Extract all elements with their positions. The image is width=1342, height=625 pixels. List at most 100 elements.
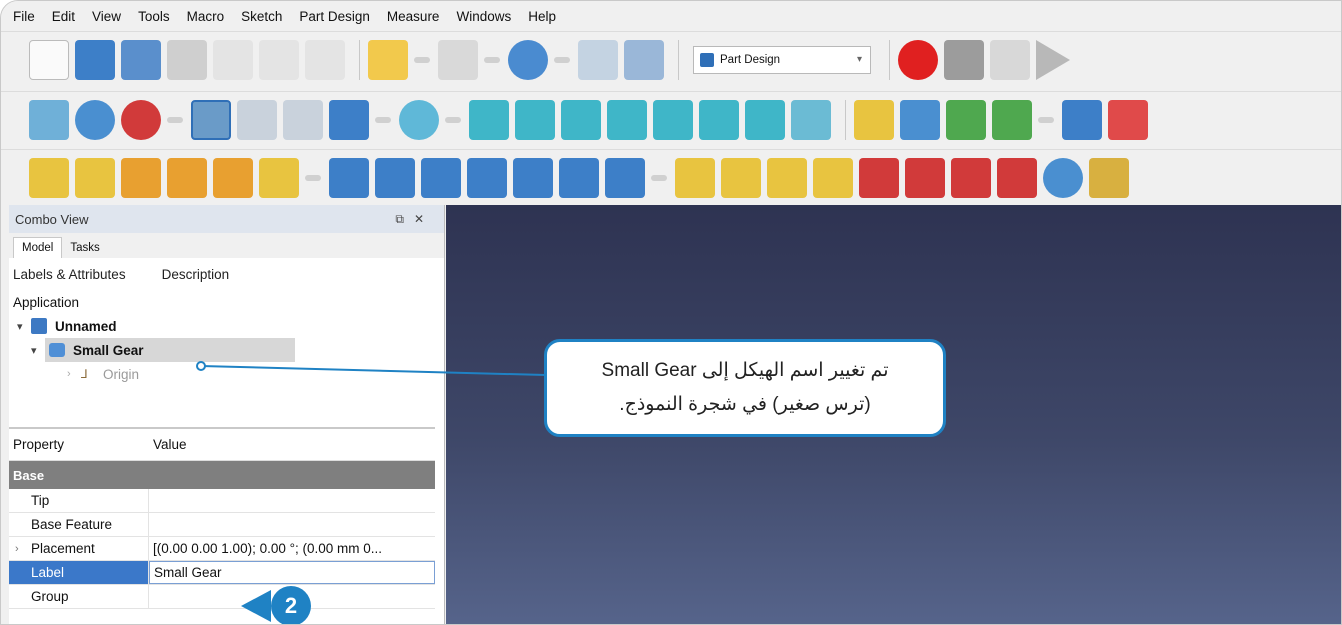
fit-selection-icon[interactable] [75,99,115,140]
create-sketch-icon[interactable] [1108,99,1148,140]
subtractive-pipe-icon[interactable] [513,157,553,198]
stop-macro-icon[interactable] [944,39,984,80]
property-value[interactable] [149,513,435,536]
property-row-tip[interactable]: Tip [9,489,435,513]
chevron-down-icon[interactable]: ▾ [31,344,45,357]
tree-document-row[interactable]: ▾ Unnamed [9,314,444,338]
cut-icon[interactable] [213,39,253,80]
body-selected-item[interactable]: Small Gear [45,338,295,362]
chamfer-icon[interactable] [905,157,945,198]
workbench-selector[interactable]: Part Design ▾ [693,45,871,74]
col-property[interactable]: Property [9,437,149,452]
create-body-icon[interactable] [1062,99,1102,140]
menu-sketch[interactable]: Sketch [241,9,282,24]
revolution-icon[interactable] [75,157,115,198]
selection-box-icon[interactable] [191,99,231,140]
boolean-icon[interactable] [1043,157,1083,198]
menu-part-design[interactable]: Part Design [299,9,370,24]
undo-icon[interactable] [368,39,408,80]
hole-icon[interactable] [375,157,415,198]
measure-linear-icon[interactable] [1089,157,1129,198]
polar-pattern-icon[interactable] [767,157,807,198]
additive-dropdown-icon[interactable] [305,174,321,181]
record-macro-icon[interactable] [898,39,938,80]
label-edit-field[interactable]: Small Gear [149,561,435,584]
menu-help[interactable]: Help [528,9,556,24]
property-row-placement[interactable]: › Placement [(0.00 0.00 1.00); 0.00 °; (0… [9,537,435,561]
draft-icon[interactable] [951,157,991,198]
multitransform-icon[interactable] [813,157,853,198]
subtractive-helix-icon[interactable] [559,157,599,198]
open-file-icon[interactable] [75,39,115,80]
tab-model[interactable]: Model [13,237,63,258]
std-views-icon[interactable] [329,99,369,140]
redo-dropdown-icon[interactable] [484,56,500,63]
copy-icon[interactable] [259,39,299,80]
tree-col-description[interactable]: Description [162,267,230,282]
linear-pattern-icon[interactable] [721,157,761,198]
undo-dropdown-icon[interactable] [414,56,430,63]
menu-macro[interactable]: Macro [187,9,225,24]
property-row-group[interactable]: Group [9,585,435,609]
tab-tasks[interactable]: Tasks [62,238,107,258]
float-icon[interactable]: ⧉ [395,212,414,226]
run-macro-icon[interactable] [1036,39,1070,80]
macro-dropdown-icon[interactable] [554,56,570,63]
whats-this-icon[interactable] [624,39,664,80]
pad-icon[interactable] [29,157,69,198]
print-icon[interactable] [167,39,207,80]
subtractive-primitive-icon[interactable] [605,157,645,198]
tree-body-row[interactable]: ▾ Small Gear [9,338,444,362]
menu-file[interactable]: File [13,9,35,24]
additive-primitive-icon[interactable] [259,157,299,198]
chevron-down-icon[interactable]: ▾ [17,320,31,333]
property-value[interactable]: [(0.00 0.00 1.00); 0.00 °; (0.00 mm 0... [149,537,435,560]
view-left-icon[interactable] [745,99,785,140]
link-actions-icon[interactable] [992,99,1032,140]
edit-macro-icon[interactable] [990,39,1030,80]
view-top-icon[interactable] [561,99,601,140]
macro-check-icon[interactable] [508,39,548,80]
view-bottom-icon[interactable] [699,99,739,140]
refresh-icon[interactable] [578,39,618,80]
col-value[interactable]: Value [149,437,187,452]
menu-measure[interactable]: Measure [387,9,440,24]
link-dropdown-icon[interactable] [1038,116,1054,123]
redo-icon[interactable] [438,39,478,80]
zoom-dropdown-icon[interactable] [445,116,461,123]
view-front-icon[interactable] [515,99,555,140]
tree-col-labels[interactable]: Labels & Attributes [13,267,126,282]
paste-icon[interactable] [305,39,345,80]
subtractive-loft-icon[interactable] [467,157,507,198]
subtractive-dropdown-icon[interactable] [651,174,667,181]
mirrored-icon[interactable] [675,157,715,198]
zoom-icon[interactable] [399,99,439,140]
fit-all-icon[interactable] [29,99,69,140]
view-isometric-icon[interactable] [469,99,509,140]
measure-distance-icon[interactable] [791,99,831,140]
draw-style-icon[interactable] [121,99,161,140]
menu-windows[interactable]: Windows [456,9,511,24]
pocket-icon[interactable] [329,157,369,198]
chevron-right-icon[interactable]: › [67,368,81,380]
close-icon[interactable]: ✕ [414,212,434,226]
save-icon[interactable] [121,39,161,80]
thickness-icon[interactable] [997,157,1037,198]
view-right-icon[interactable] [607,99,647,140]
std-views-dropdown-icon[interactable] [375,116,391,123]
chevron-right-icon[interactable]: › [15,543,19,555]
menu-tools[interactable]: Tools [138,9,170,24]
menu-edit[interactable]: Edit [52,9,75,24]
draw-style-dropdown-icon[interactable] [167,116,183,123]
fillet-icon[interactable] [859,157,899,198]
additive-helix-icon[interactable] [213,157,253,198]
create-link-icon[interactable] [946,99,986,140]
additive-loft-icon[interactable] [121,157,161,198]
create-group-icon[interactable] [900,99,940,140]
property-row-label[interactable]: Label Small Gear [9,561,435,585]
new-file-icon[interactable] [29,39,69,80]
menu-view[interactable]: View [92,9,121,24]
property-group-base[interactable]: Base [9,461,435,489]
back-arrow-icon[interactable] [237,99,277,140]
forward-arrow-icon[interactable] [283,99,323,140]
